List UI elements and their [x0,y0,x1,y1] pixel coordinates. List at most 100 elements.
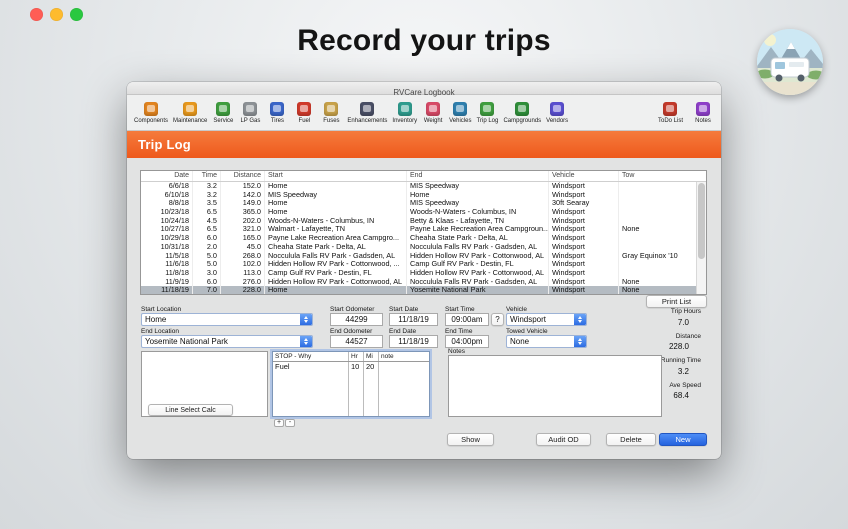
window-titlebar[interactable]: RVCare Logbook [127,82,721,95]
table-scrollbar[interactable] [696,182,706,294]
toolbar-item-label: Fuel [299,118,311,124]
column-header-distance[interactable]: Distance [221,171,265,181]
delete-button[interactable]: Delete [606,433,656,446]
inventory-clipboard-icon [398,102,412,116]
remove-stop-button[interactable]: - [285,419,295,427]
trip-row[interactable]: 8/8/18 3.5 149.0 Home MIS Speedway 30ft … [141,199,696,208]
chevron-up-down-icon [574,314,586,325]
toolbar-item[interactable]: Vehicles [448,102,472,124]
start-odometer-input[interactable] [330,313,383,326]
rv-vehicle-icon [453,102,467,116]
towed-vehicle-value: None [510,337,529,346]
trip-row[interactable]: 10/24/18 4.5 202.0 Woods-N-Waters - Colu… [141,217,696,226]
toolbar-item[interactable]: Weight [421,102,445,124]
stops-header: STOP - Why Hr Mi note [273,352,429,362]
toolbar-item[interactable]: Notes [691,102,715,124]
trip-row[interactable]: 11/9/19 6.0 276.0 Hidden Hollow RV Park … [141,278,696,287]
vehicle-select[interactable]: Windsport [506,313,587,326]
trip-row[interactable]: 11/6/18 5.0 102.0 Hidden Hollow RV Park … [141,260,696,269]
end-odometer-input[interactable] [330,335,383,348]
start-time-input[interactable] [445,313,489,326]
trip-row[interactable]: 10/29/18 6.0 165.0 Payne Lake Recreation… [141,234,696,243]
column-header-end[interactable]: End [407,171,549,181]
trip-row[interactable]: 6/10/18 3.2 142.0 MIS Speedway Home Wind… [141,191,696,200]
print-list-button[interactable]: Print List [646,295,707,308]
towed-vehicle-select[interactable]: None [506,335,587,348]
new-button[interactable]: New [659,433,707,446]
trip-end: Payne Lake Recreation Area Campgroun... [407,225,549,234]
audit-od-button[interactable]: Audit OD [536,433,591,446]
zoom-button[interactable] [70,8,83,21]
column-header-tow[interactable]: Tow [619,171,694,181]
stop-row[interactable]: Fuel 10 20 [273,362,429,372]
minimize-button[interactable] [50,8,63,21]
trip-row[interactable]: 11/18/19 7.0 228.0 Home Yosemite Nationa… [141,286,696,294]
start-odometer-label: Start Odometer [330,306,374,313]
toolbar-item-label: Inventory [392,118,417,124]
toolbar-item-label: Vehicles [449,118,471,124]
show-button[interactable]: Show [447,433,494,446]
trip-start: Walmart - Lafayette, TN [265,225,407,234]
trip-log-pen-icon [480,102,494,116]
toolbar-item[interactable]: Maintenance [172,102,208,124]
trip-row[interactable]: 11/8/18 3.0 113.0 Camp Gulf RV Park - De… [141,269,696,278]
trip-start: Home [265,208,407,217]
stop-hr: 10 [349,362,364,372]
trip-row[interactable]: 6/6/18 3.2 152.0 Home MIS Speedway Winds… [141,182,696,191]
trip-date: 6/6/18 [141,182,193,191]
start-time-help-button[interactable]: ? [491,313,504,326]
trip-row[interactable]: 11/5/18 5.0 268.0 Nocculula Falls RV Par… [141,252,696,261]
trip-row[interactable]: 10/31/18 2.0 45.0 Cheaha State Park - De… [141,243,696,252]
trip-distance: 321.0 [221,225,265,234]
trip-start: Cheaha State Park - Delta, AL [265,243,407,252]
toolbar-item[interactable]: Campgrounds [502,102,542,124]
trip-end: Yosemite National Park [407,286,549,294]
column-header-vehicle[interactable]: Vehicle [549,171,619,181]
toolbar-item[interactable]: Enhancements [346,102,388,124]
maintenance-icon [183,102,197,116]
column-header-start[interactable]: Start [265,171,407,181]
toolbar-item[interactable]: ToDo List [657,102,684,124]
column-header-time[interactable]: Time [193,171,221,181]
start-date-label: Start Date [389,306,418,313]
toolbar-item[interactable]: Service [211,102,235,124]
trip-start: Payne Lake Recreation Area Campgro... [265,234,407,243]
start-date-input[interactable] [389,313,438,326]
start-location-select[interactable]: Home [141,313,313,326]
end-location-select[interactable]: Yosemite National Park [141,335,313,348]
scrollbar-thumb[interactable] [698,183,705,259]
toolbar-item[interactable]: Trip Log [475,102,499,124]
chevron-up-down-icon [300,336,312,347]
toolbar-item[interactable]: Tires [265,102,289,124]
line-select-calc-button[interactable]: Line Select Calc [148,404,233,416]
stop-mi: 20 [364,362,379,372]
trip-date: 11/9/19 [141,278,193,287]
toolbar-item-label: Vendors [546,118,568,124]
toolbar-item[interactable]: Fuses [319,102,343,124]
close-button[interactable] [30,8,43,21]
end-time-input[interactable] [445,335,489,348]
trip-vehicle: Windsport [549,182,619,191]
trip-row[interactable]: 10/27/18 6.5 321.0 Walmart - Lafayette, … [141,225,696,234]
toolbar-item[interactable]: Vendors [545,102,569,124]
trip-distance: 276.0 [221,278,265,287]
column-header-date[interactable]: Date [141,171,193,181]
toolbar-item[interactable]: Components [133,102,169,124]
toolbar-item[interactable]: LP Gas [238,102,262,124]
fuse-icon [324,102,338,116]
trip-tow: None [619,225,694,234]
enhancements-wand-icon [360,102,374,116]
campground-tree-icon [515,102,529,116]
toolbar-item[interactable]: Inventory [391,102,418,124]
trip-start: Hidden Hollow RV Park - Cottonwood, AL [265,278,407,287]
trip-row[interactable]: 10/23/18 6.5 365.0 Home Woods-N-Waters -… [141,208,696,217]
trip-time: 3.2 [193,182,221,191]
notes-input[interactable] [448,355,662,417]
end-date-input[interactable] [389,335,438,348]
end-odometer-label: End Odometer [330,328,372,335]
add-stop-button[interactable]: + [274,419,284,427]
trip-distance: 45.0 [221,243,265,252]
toolbar: Components Maintenance Service LP Gas [127,95,721,131]
trip-vehicle: Windsport [549,225,619,234]
toolbar-item[interactable]: Fuel [292,102,316,124]
